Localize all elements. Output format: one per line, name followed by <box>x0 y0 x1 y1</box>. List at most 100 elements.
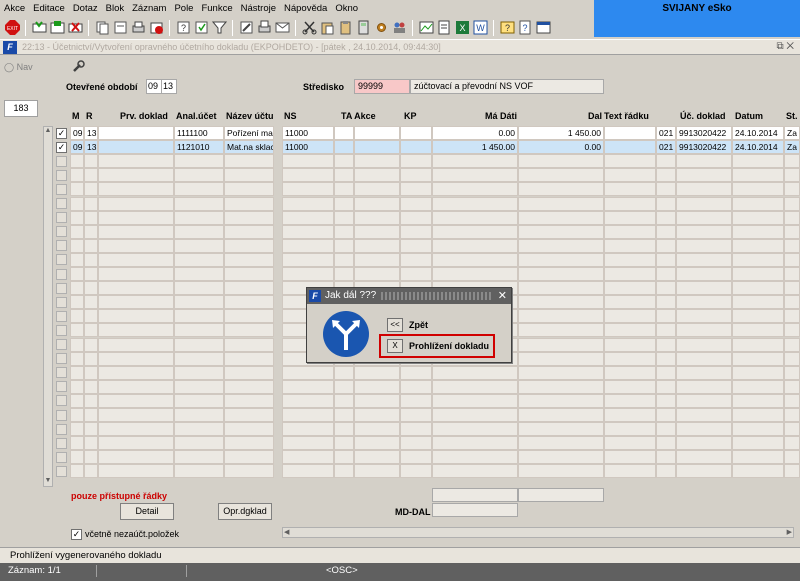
grid-cell-dal[interactable] <box>518 337 604 352</box>
grid-cell-prv[interactable] <box>98 224 174 239</box>
grid-cell-ns[interactable] <box>282 393 334 408</box>
row-selector[interactable] <box>56 169 67 181</box>
grid-cell-anal[interactable] <box>174 252 224 267</box>
grid-cell-ta[interactable] <box>334 168 354 183</box>
query-icon[interactable]: ? <box>175 20 191 36</box>
grid-cell-m[interactable] <box>70 422 84 437</box>
grid-cell-uc[interactable] <box>676 436 732 451</box>
grid-cell-datum[interactable]: 24.10.2014 <box>732 140 784 155</box>
grid-cell-anal[interactable] <box>174 393 224 408</box>
grid-cell-uc[interactable] <box>676 168 732 183</box>
grid-cell-kp[interactable] <box>400 365 432 380</box>
grid-cell-st[interactable] <box>784 323 800 338</box>
grid-cell-nazev[interactable] <box>224 351 274 366</box>
grid-cell-text[interactable] <box>604 224 656 239</box>
grid-cell-nazev[interactable] <box>224 337 274 352</box>
save-record-icon[interactable] <box>49 20 65 36</box>
menu-okno[interactable]: Okno <box>331 3 362 14</box>
grid-cell-m[interactable] <box>70 450 84 465</box>
grid-cell-nazev[interactable] <box>224 379 274 394</box>
row-checkbox[interactable]: ✓ <box>56 127 67 139</box>
grid-cell-text[interactable] <box>604 408 656 423</box>
grid-cell-anal[interactable] <box>174 309 224 324</box>
grid-cell-st[interactable] <box>784 267 800 282</box>
grid-cell-anal[interactable] <box>174 436 224 451</box>
menu-pole[interactable]: Pole <box>170 3 197 14</box>
grid-cell-r[interactable] <box>84 154 98 169</box>
wrench-icon[interactable] <box>70 59 86 77</box>
grid-cell-ta[interactable] <box>334 140 354 155</box>
grid-cell-a2[interactable] <box>354 168 400 183</box>
grid-cell-r[interactable] <box>84 323 98 338</box>
grid-cell-kp[interactable] <box>400 196 432 211</box>
grid-cell-text[interactable] <box>604 182 656 197</box>
grid-cell-datum[interactable] <box>732 182 784 197</box>
grid-cell-st[interactable] <box>784 450 800 465</box>
grid-cell-kp[interactable] <box>400 422 432 437</box>
grid-cell-kp[interactable] <box>400 408 432 423</box>
grid-cell-ta[interactable] <box>334 126 354 141</box>
settings-icon[interactable] <box>373 20 389 36</box>
grid-cell-ns[interactable] <box>282 196 334 211</box>
grid-cell-m[interactable] <box>70 408 84 423</box>
grid-cell-ns[interactable] <box>282 464 334 479</box>
grid-cell-a2[interactable] <box>354 238 400 253</box>
grid-cell-dal[interactable] <box>518 393 604 408</box>
grid-cell-prv[interactable] <box>98 365 174 380</box>
grid-cell-md[interactable] <box>432 238 518 253</box>
grid-cell-nazev[interactable] <box>224 309 274 324</box>
grid-cell-datum[interactable] <box>732 323 784 338</box>
grid-cell-datum[interactable] <box>732 436 784 451</box>
grid-cell-uc[interactable] <box>676 281 732 296</box>
word-icon[interactable]: W <box>472 20 488 36</box>
grid-cell-ta[interactable] <box>334 210 354 225</box>
grid-cell-st[interactable] <box>784 210 800 225</box>
grid-cell-kod[interactable] <box>656 267 676 282</box>
grid-cell-prv[interactable] <box>98 182 174 197</box>
grid-cell-text[interactable] <box>604 154 656 169</box>
filter-icon[interactable] <box>211 20 227 36</box>
grid-cell-md[interactable] <box>432 154 518 169</box>
grid-cell-md[interactable] <box>432 252 518 267</box>
grid-cell-m[interactable] <box>70 393 84 408</box>
grid-cell-text[interactable] <box>604 337 656 352</box>
grid-cell-ns[interactable] <box>282 379 334 394</box>
row-selector[interactable] <box>56 183 67 195</box>
grid-cell-dal[interactable] <box>518 154 604 169</box>
grid-cell-dal[interactable]: 0.00 <box>518 140 604 155</box>
cut-icon[interactable] <box>301 20 317 36</box>
grid-cell-nazev[interactable] <box>224 154 274 169</box>
grid-cell-nazev[interactable] <box>224 238 274 253</box>
grid-cell-kp[interactable] <box>400 168 432 183</box>
center-code-field[interactable]: 99999 <box>354 79 410 94</box>
grid-cell-prv[interactable] <box>98 295 174 310</box>
grid-cell-ns[interactable] <box>282 267 334 282</box>
grid-cell-m[interactable] <box>70 224 84 239</box>
grid-cell-kp[interactable] <box>400 267 432 282</box>
grid-cell-nazev[interactable] <box>224 252 274 267</box>
grid-cell-kod[interactable] <box>656 281 676 296</box>
grid-cell-st[interactable] <box>784 379 800 394</box>
scroll-down-icon[interactable]: ▼ <box>44 477 52 486</box>
grid-cell-ns[interactable] <box>282 365 334 380</box>
back-key-button[interactable]: << <box>387 318 403 332</box>
grid-cell-m[interactable]: 09 <box>70 140 84 155</box>
grid-cell-text[interactable] <box>604 168 656 183</box>
grid-cell-prv[interactable] <box>98 436 174 451</box>
grid-cell-r[interactable] <box>84 238 98 253</box>
grid-cell-anal[interactable] <box>174 224 224 239</box>
grid-cell-m[interactable] <box>70 196 84 211</box>
grid-cell-prv[interactable] <box>98 140 174 155</box>
grid-cell-datum[interactable] <box>732 422 784 437</box>
grid-cell-text[interactable] <box>604 295 656 310</box>
grid-cell-ns[interactable] <box>282 182 334 197</box>
grid-cell-uc[interactable] <box>676 393 732 408</box>
grid-cell-datum[interactable] <box>732 168 784 183</box>
grid-cell-ns[interactable] <box>282 422 334 437</box>
row-selector[interactable] <box>56 226 67 238</box>
grid-cell-a2[interactable] <box>354 140 400 155</box>
row-selector[interactable] <box>56 451 67 463</box>
grid-cell-prv[interactable] <box>98 323 174 338</box>
grid-cell-kod[interactable] <box>656 436 676 451</box>
grid-cell-ta[interactable] <box>334 224 354 239</box>
